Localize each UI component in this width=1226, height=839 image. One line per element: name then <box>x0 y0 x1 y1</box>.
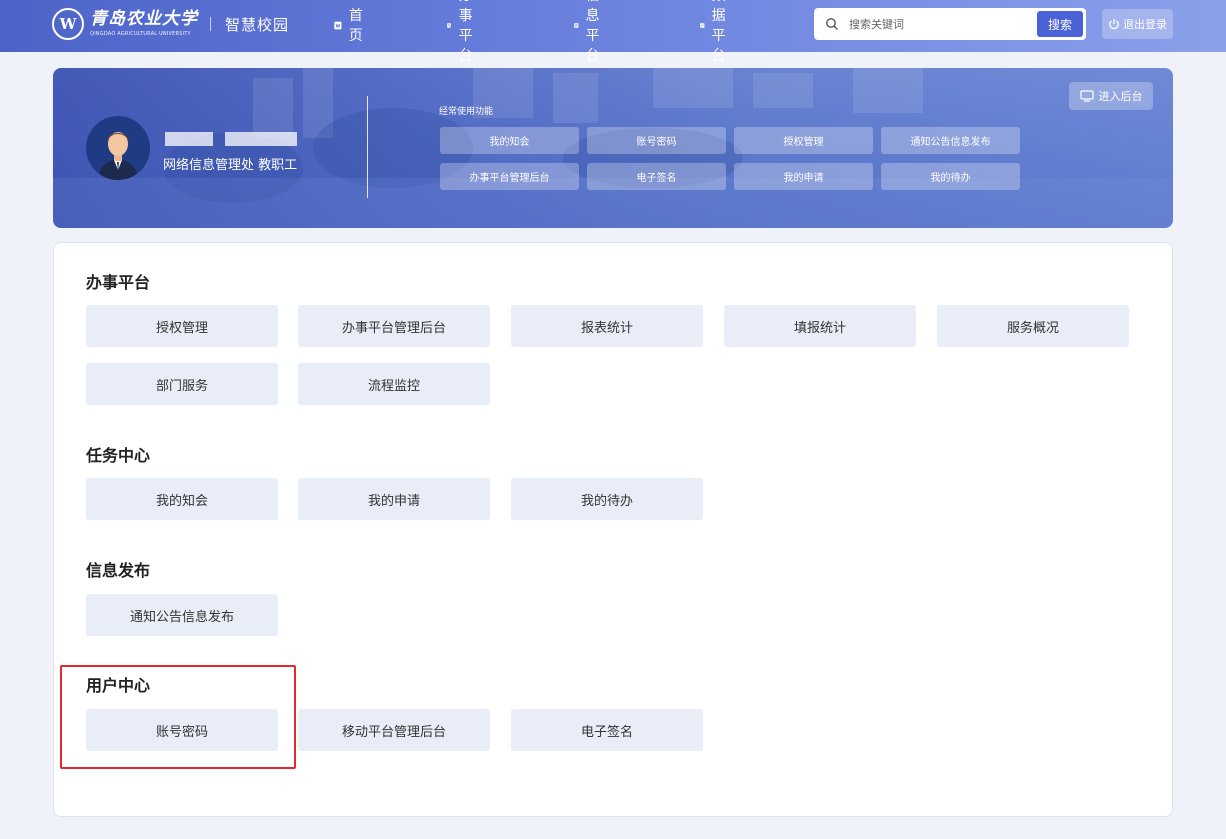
quick-link-my-todos[interactable]: 我的待办 <box>881 163 1020 190</box>
user-id-redacted <box>225 132 297 146</box>
edit-document-icon <box>447 22 452 28</box>
university-logo[interactable]: W 青岛农业大学 QINGDAO AGRICULTURAL UNIVERSITY… <box>52 6 289 42</box>
logout-label: 退出登录 <box>1123 18 1167 31</box>
info-document-icon <box>574 22 579 28</box>
user-name-redacted <box>165 132 213 146</box>
user-avatar[interactable] <box>86 116 150 180</box>
frequent-functions-title: 经常使用功能 <box>439 107 494 117</box>
enter-backend-label: 进入后台 <box>1098 90 1143 103</box>
search-icon <box>826 18 838 30</box>
nav-data-platform-label: 数据平台 <box>711 0 726 64</box>
task-my-todos[interactable]: 我的待办 <box>511 478 703 520</box>
logo-divider <box>210 17 211 31</box>
data-chart-icon <box>700 22 705 28</box>
nav-info-platform[interactable]: 信息平台 <box>574 0 607 64</box>
system-name: 智慧校园 <box>225 15 290 34</box>
section-title-service-platform: 办事平台 <box>86 273 151 292</box>
monitor-icon <box>1079 90 1094 102</box>
user-mobile-platform-admin[interactable]: 移动平台管理后台 <box>298 709 490 751</box>
logo-english-name: QINGDAO AGRICULTURAL UNIVERSITY <box>90 31 191 37</box>
user-department: 网络信息管理处 教职工 <box>163 158 298 173</box>
banner-divider <box>367 96 368 198</box>
service-overview[interactable]: 服务概况 <box>937 305 1129 347</box>
quick-link-my-requests[interactable]: 我的申请 <box>734 163 873 190</box>
service-platform-admin[interactable]: 办事平台管理后台 <box>298 305 490 347</box>
home-icon <box>334 21 342 29</box>
quick-link-account-password[interactable]: 账号密码 <box>587 127 726 154</box>
quick-link-authorization[interactable]: 授权管理 <box>734 127 873 154</box>
search-input[interactable] <box>849 17 1029 31</box>
section-title-user-center: 用户中心 <box>86 676 151 695</box>
section-title-info-publish: 信息发布 <box>86 561 151 580</box>
search-button[interactable]: 搜索 <box>1037 11 1083 37</box>
service-department-services[interactable]: 部门服务 <box>86 363 278 405</box>
service-process-monitoring[interactable]: 流程监控 <box>298 363 490 405</box>
quick-link-e-signature[interactable]: 电子签名 <box>587 163 726 190</box>
search-box: 搜索 <box>814 8 1086 40</box>
task-my-notifications[interactable]: 我的知会 <box>86 478 278 520</box>
user-banner: 网络信息管理处 教职工 经常使用功能 我的知会 账号密码 授权管理 通知公告信息… <box>53 68 1173 228</box>
service-authorization-management[interactable]: 授权管理 <box>86 305 278 347</box>
top-nav-bar: W 青岛农业大学 QINGDAO AGRICULTURAL UNIVERSITY… <box>0 0 1226 64</box>
task-my-requests[interactable]: 我的申请 <box>298 478 490 520</box>
nav-info-platform-label: 信息平台 <box>585 0 600 64</box>
nav-data-platform[interactable]: 数据平台 <box>700 0 733 64</box>
services-panel: 办事平台 授权管理 办事平台管理后台 报表统计 填报统计 服务概况 部门服务 流… <box>53 242 1173 817</box>
user-e-signature[interactable]: 电子签名 <box>511 709 703 751</box>
quick-link-service-admin[interactable]: 办事平台管理后台 <box>440 163 579 190</box>
nav-service-platform-label: 办事平台 <box>458 0 473 64</box>
power-icon <box>1109 19 1119 30</box>
enter-backend-button[interactable]: 进入后台 <box>1069 82 1153 110</box>
nav-home[interactable]: 首页 <box>334 8 367 44</box>
logo-chinese-name: 青岛农业大学 <box>90 9 198 29</box>
quick-link-announcement-publish[interactable]: 通知公告信息发布 <box>881 127 1020 154</box>
logout-button[interactable]: 退出登录 <box>1102 9 1173 39</box>
avatar-person-icon <box>98 132 138 180</box>
nav-home-label: 首页 <box>348 8 363 44</box>
service-filling-statistics[interactable]: 填报统计 <box>724 305 916 347</box>
university-emblem-icon: W <box>52 8 84 40</box>
section-title-task-center: 任务中心 <box>86 446 151 465</box>
quick-link-my-notifications[interactable]: 我的知会 <box>440 127 579 154</box>
service-report-statistics[interactable]: 报表统计 <box>511 305 703 347</box>
user-account-password[interactable]: 账号密码 <box>86 709 278 751</box>
nav-service-platform[interactable]: 办事平台 <box>447 0 480 64</box>
publish-announcement[interactable]: 通知公告信息发布 <box>86 594 278 636</box>
